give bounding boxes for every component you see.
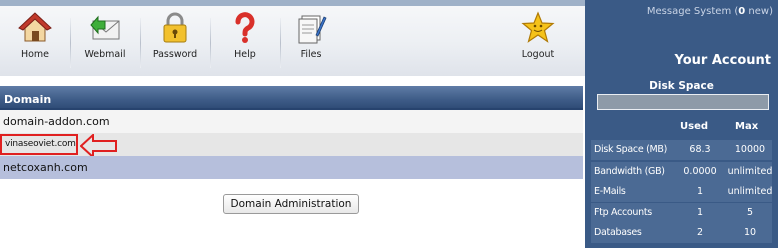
files-button[interactable]: Files [280, 9, 342, 69]
help-icon [235, 12, 255, 43]
toolbar-separator [210, 18, 211, 68]
stat-row-bandwidth: Bandwidth (GB) 0.0000 unlimited [591, 162, 772, 182]
stat-row-disk-space: Disk Space (MB) 68.3 10000 [591, 140, 772, 160]
files-icon [298, 15, 327, 44]
account-panel: Message System (0 new) Your Account Disk… [585, 0, 778, 248]
used-column-header: Used [680, 121, 709, 132]
domain-link[interactable]: netcoxanh.com [3, 161, 88, 174]
password-button[interactable]: Password [144, 9, 206, 69]
your-account-title: Your Account [674, 53, 771, 68]
disk-space-title: Disk Space [649, 80, 714, 92]
lock-icon [163, 12, 187, 43]
toolbar-separator [140, 18, 141, 68]
domain-row[interactable]: domain-addon.com [0, 110, 583, 133]
max-column-header: Max [735, 121, 759, 132]
toolbar-separator [70, 18, 71, 68]
stat-row-emails: E-Mails 1 unlimited [591, 182, 772, 202]
top-toolbar: Home Webmail Password Help Files Logout [0, 0, 585, 76]
message-system-link[interactable]: Message System (0 new) [585, 6, 773, 17]
domain-row-selected[interactable]: netcoxanh.com [0, 156, 583, 179]
stat-row-databases: Databases 2 10 [591, 223, 772, 243]
annotation-arrow-icon [80, 134, 117, 158]
highlighted-domain-link[interactable]: vinaseoviet.com [0, 134, 78, 155]
domain-table-header: Domain [0, 86, 583, 110]
disk-space-bar [597, 94, 769, 110]
webmail-icon [90, 15, 120, 40]
domain-administration-button[interactable]: Domain Administration [223, 194, 359, 214]
webmail-button[interactable]: Webmail [74, 9, 136, 69]
stat-row-ftp-accounts: Ftp Accounts 1 5 [591, 203, 772, 223]
logout-button[interactable]: Logout [507, 9, 569, 69]
star-icon [521, 11, 555, 43]
home-icon [18, 12, 52, 42]
help-button[interactable]: Help [214, 9, 276, 69]
home-button[interactable]: Home [4, 9, 66, 69]
domain-link[interactable]: domain-addon.com [3, 115, 110, 128]
